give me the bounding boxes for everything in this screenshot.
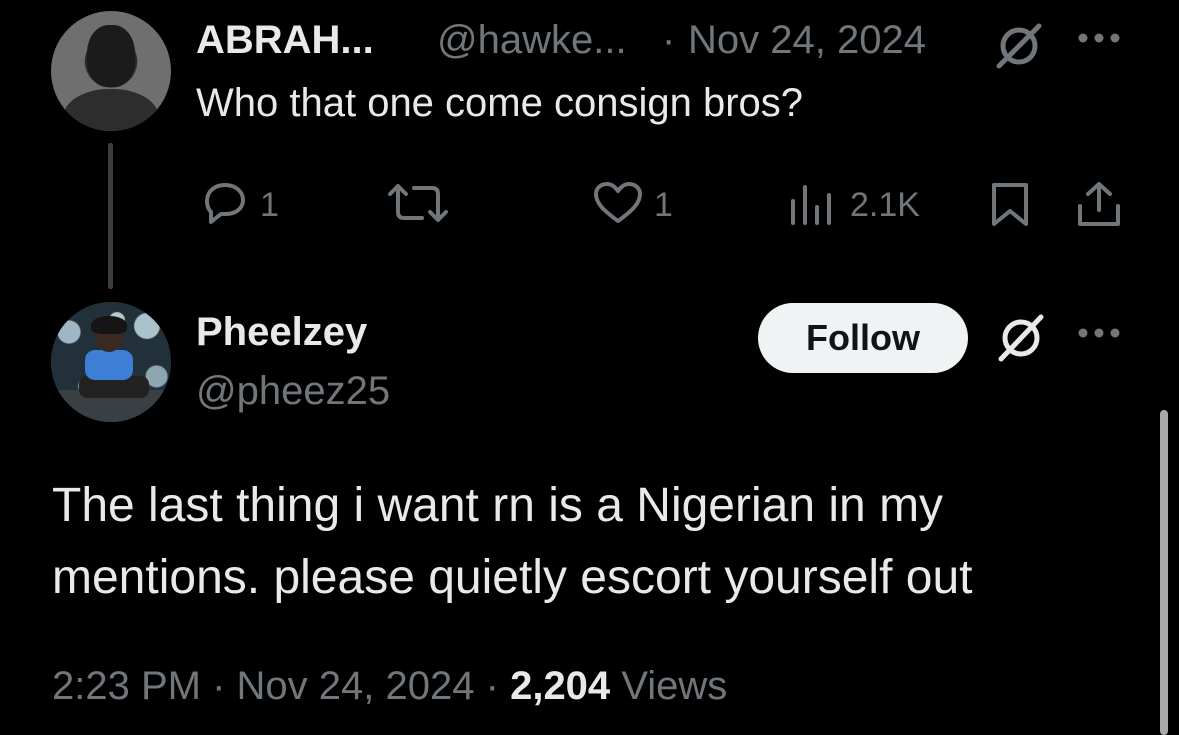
heart-icon[interactable] bbox=[593, 181, 643, 225]
parent-author-name[interactable]: ABRAH... bbox=[196, 18, 374, 63]
avatar-shoulders bbox=[63, 89, 159, 131]
tweet-time[interactable]: 2:23 PM bbox=[52, 664, 201, 708]
views-chart-icon[interactable] bbox=[788, 183, 834, 225]
reply-author-name[interactable]: Pheelzey bbox=[196, 310, 367, 355]
parent-tweet-date[interactable]: Nov 24, 2024 bbox=[688, 18, 926, 63]
reply-tweet-text: The last thing i want rn is a Nigerian i… bbox=[52, 479, 973, 604]
follow-button[interactable]: Follow bbox=[758, 303, 968, 373]
meta-separator: · bbox=[212, 664, 226, 708]
thread-connector-line bbox=[108, 143, 113, 289]
reply-author-avatar[interactable] bbox=[51, 302, 171, 422]
reply-icon[interactable] bbox=[199, 181, 249, 225]
reply-author-handle[interactable]: @pheez25 bbox=[196, 369, 390, 414]
avatar-figure-shirt bbox=[85, 350, 133, 380]
views-total[interactable]: 2,204 bbox=[510, 664, 610, 708]
grok-icon[interactable] bbox=[993, 22, 1045, 70]
parent-tweet-text: Who that one come consign bros? bbox=[196, 81, 804, 125]
meta-separator: · bbox=[485, 664, 499, 708]
bookmark-icon[interactable] bbox=[990, 181, 1030, 227]
more-options-icon[interactable] bbox=[1076, 30, 1122, 46]
avatar-figure-hair bbox=[91, 316, 127, 334]
reply-count: 1 bbox=[260, 186, 279, 224]
retweet-icon[interactable] bbox=[388, 182, 450, 224]
like-count: 1 bbox=[654, 186, 673, 224]
avatar-face bbox=[87, 25, 135, 87]
parent-author-handle[interactable]: @hawke... bbox=[437, 18, 627, 63]
parent-author-avatar[interactable] bbox=[51, 11, 171, 131]
parent-separator-dot: · bbox=[662, 18, 676, 62]
tweet-date[interactable]: Nov 24, 2024 bbox=[237, 664, 475, 708]
more-options-icon[interactable] bbox=[1076, 325, 1122, 341]
views-count: 2.1K bbox=[850, 186, 920, 224]
share-icon[interactable] bbox=[1076, 180, 1122, 228]
views-label: Views bbox=[621, 664, 728, 708]
scrollbar[interactable] bbox=[1160, 410, 1168, 735]
grok-icon[interactable] bbox=[994, 313, 1048, 363]
tweet-meta-line: 2:23 PM · Nov 24, 2024 · 2,204 Views bbox=[52, 664, 727, 709]
